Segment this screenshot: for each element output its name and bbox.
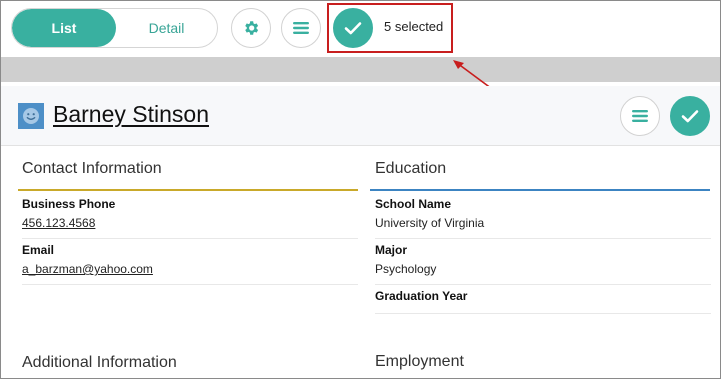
phone-link[interactable]: 456.123.4568 [22, 216, 358, 230]
hamburger-icon [293, 22, 309, 34]
field-major: Major Psychology [375, 243, 711, 285]
education-heading: Education [375, 160, 447, 177]
field-value: Psychology [375, 262, 437, 276]
field-label: Major [375, 243, 408, 257]
list-view-button[interactable]: List [12, 9, 116, 47]
record-name-link[interactable]: Barney Stinson [53, 101, 209, 128]
employment-heading: Employment [375, 353, 464, 370]
education-section-rule [370, 189, 710, 191]
field-graduation-year: Graduation Year [375, 289, 711, 314]
field-label: Email [22, 243, 55, 257]
select-all-button[interactable] [333, 8, 373, 48]
divider-band [1, 57, 720, 82]
avatar [18, 103, 44, 129]
hamburger-icon [632, 110, 648, 122]
record-menu-button[interactable] [620, 96, 660, 136]
field-school-name: School Name University of Virginia [375, 197, 711, 239]
gear-icon [245, 21, 259, 35]
field-business-phone: Business Phone 456.123.4568 [22, 197, 358, 239]
field-email: Email a_barzman@yahoo.com [22, 243, 358, 285]
email-link[interactable]: a_barzman@yahoo.com [22, 262, 358, 276]
field-label: Graduation Year [375, 289, 468, 303]
view-toggle: List Detail [11, 8, 218, 48]
menu-button[interactable] [281, 8, 321, 48]
record-select-button[interactable] [670, 96, 710, 136]
field-value: University of Virginia [375, 216, 485, 230]
detail-view-button[interactable]: Detail [116, 9, 217, 47]
app-window: List Detail 5 selected Barney Stinson Co… [0, 0, 721, 379]
selection-count: 5 selected [384, 19, 444, 34]
checkmark-icon [344, 22, 362, 35]
top-toolbar: List Detail 5 selected [1, 1, 720, 57]
smiley-face-icon [23, 108, 39, 124]
additional-information-heading: Additional Information [22, 354, 177, 371]
contact-information-heading: Contact Information [22, 160, 162, 177]
checkmark-icon [681, 110, 699, 123]
settings-button[interactable] [231, 8, 271, 48]
field-label: School Name [375, 197, 452, 211]
contact-section-rule [18, 189, 358, 191]
field-label: Business Phone [22, 197, 116, 211]
